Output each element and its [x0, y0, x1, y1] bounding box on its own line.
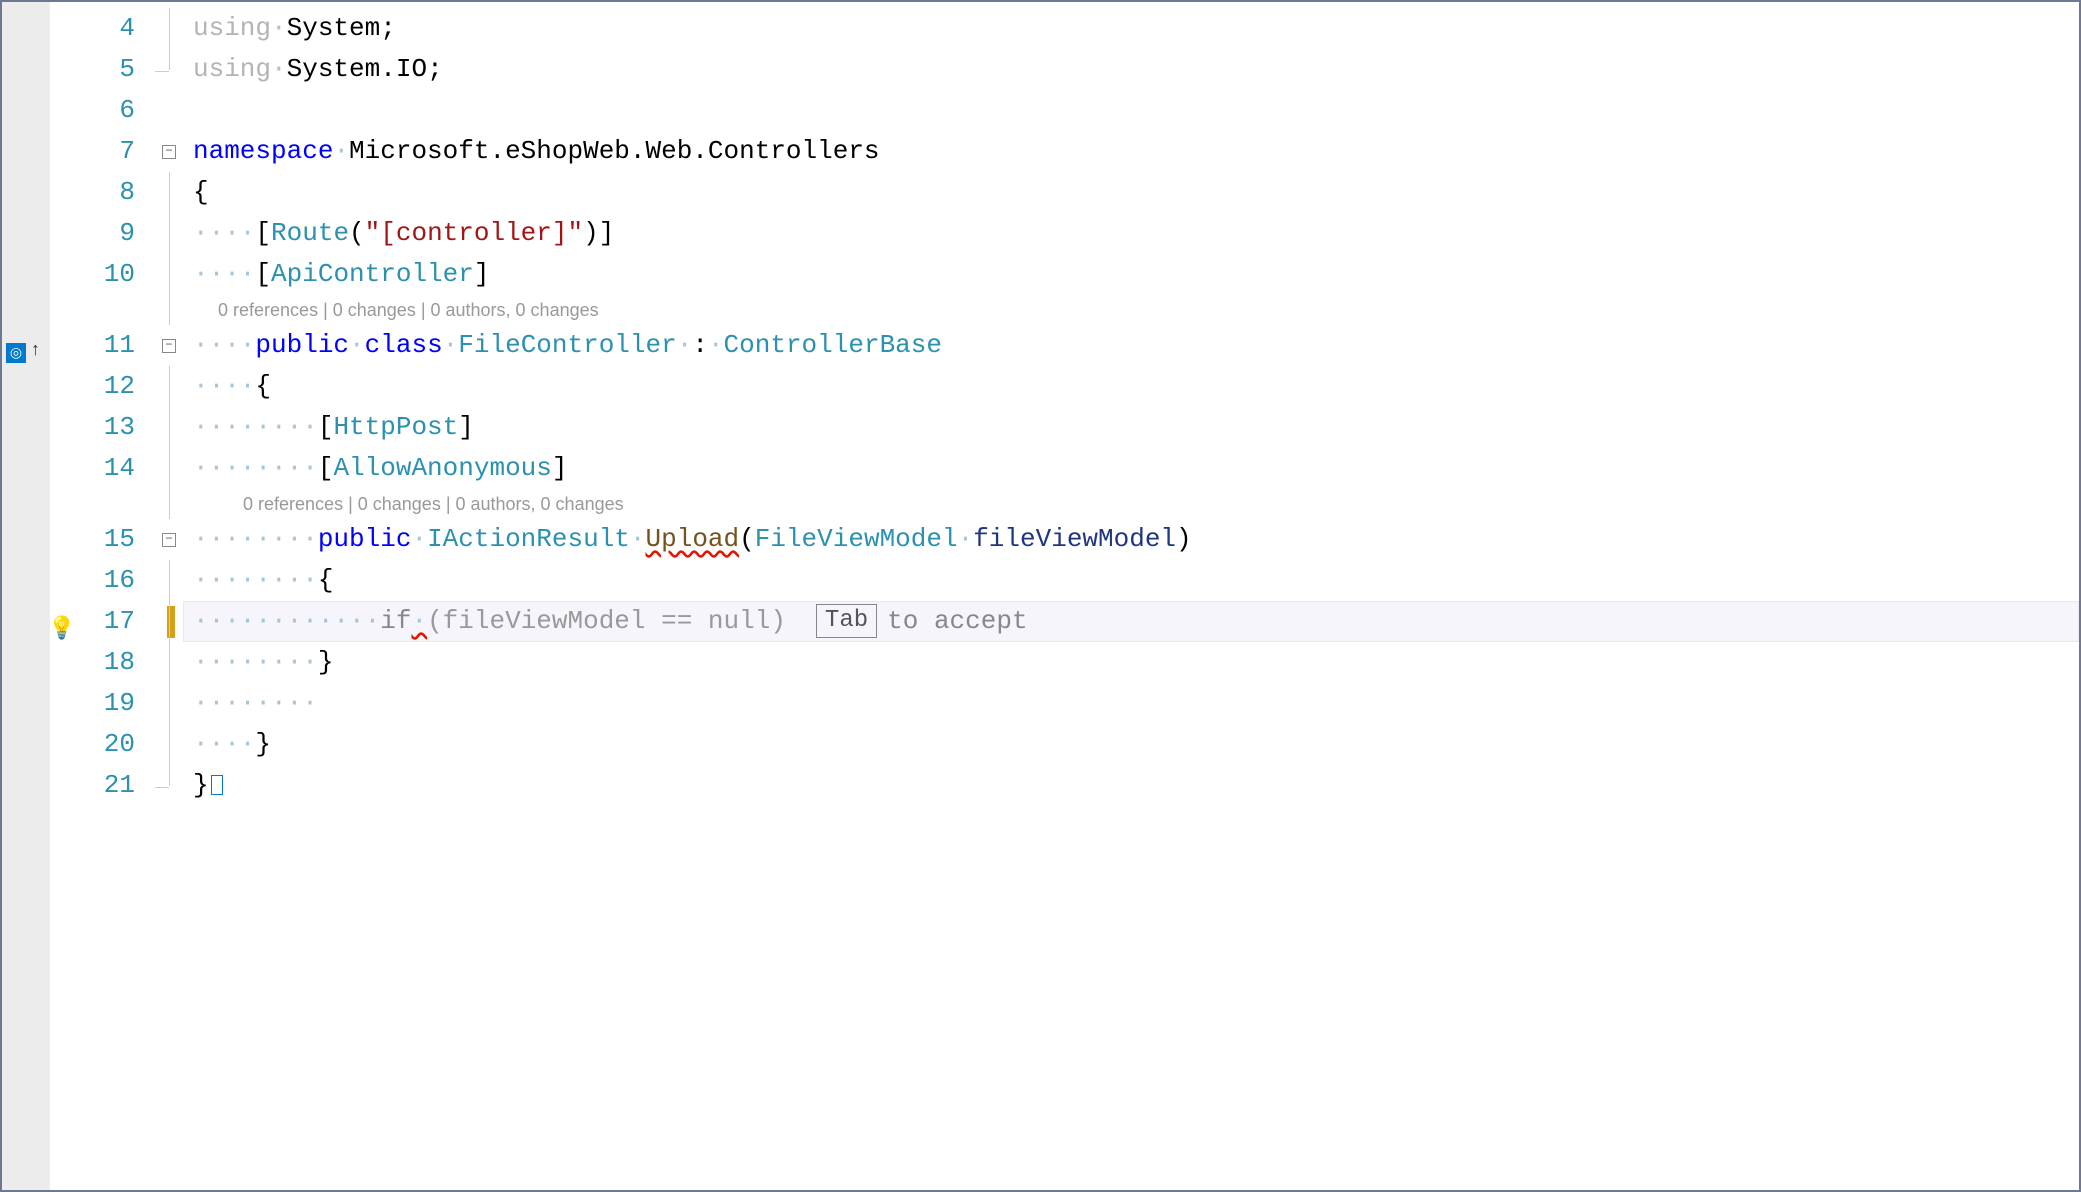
indicator-margin: ◎ ↑ [2, 2, 50, 1190]
namespace-name: Microsoft.eShopWeb.Web.Controllers [349, 136, 880, 166]
code-line[interactable]: ········} [183, 642, 2079, 683]
line-number: 20 [50, 724, 135, 765]
code-line[interactable]: ········public·IActionResult·Upload(File… [183, 519, 2079, 560]
attribute-allowanonymous: AllowAnonymous [333, 453, 551, 483]
up-arrow-icon: ↑ [30, 341, 41, 361]
intellisense-suggestion: (fileViewModel == null) [427, 606, 786, 636]
return-type: IActionResult [427, 524, 630, 554]
fold-toggle[interactable]: − [162, 145, 176, 159]
code-line[interactable]: ····} [183, 724, 2079, 765]
line-number: 4 [50, 8, 135, 49]
string-literal: "[controller]" [365, 218, 583, 248]
code-content[interactable]: using·System; using·System.IO; namespace… [183, 2, 2079, 1190]
attribute-apicontroller: ApiController [271, 259, 474, 289]
tab-key-hint: Tab [816, 604, 877, 638]
line-number: 💡 17 [50, 601, 135, 642]
code-line[interactable]: ····[Route("[controller]")] [183, 213, 2079, 254]
keyword-public: public [318, 524, 412, 554]
code-line[interactable]: ····[ApiController] [183, 254, 2079, 295]
attribute-httppost: HttpPost [333, 412, 458, 442]
code-line[interactable]: ····{ [183, 366, 2079, 407]
line-number: 19 [50, 683, 135, 724]
suggestion-keyword: if [380, 606, 411, 636]
line-number: 5 [50, 49, 135, 90]
tracking-icon[interactable]: ◎ [6, 343, 26, 363]
code-line[interactable]: ········[HttpPost] [183, 407, 2079, 448]
code-line[interactable] [183, 90, 2079, 131]
method-name: Upload [646, 524, 740, 554]
keyword-class: class [365, 330, 443, 360]
param-type: FileViewModel [755, 524, 958, 554]
line-number: 11 [50, 325, 135, 366]
line-number: 8 [50, 172, 135, 213]
codelens-class[interactable]: 0 references | 0 changes | 0 authors, 0 … [183, 295, 2079, 325]
outlining-margin: − − − [155, 2, 183, 1190]
line-number: 9 [50, 213, 135, 254]
keyword-public: public [255, 330, 349, 360]
line-number: 13 [50, 407, 135, 448]
code-line[interactable]: } [183, 765, 2079, 806]
keyword-namespace: namespace [193, 136, 333, 166]
identifier: System.IO [287, 54, 427, 84]
base-class: ControllerBase [724, 330, 942, 360]
attribute-route: Route [271, 218, 349, 248]
code-line[interactable]: ········ [183, 683, 2079, 724]
line-number: 15 [50, 519, 135, 560]
code-line-current[interactable]: ············if·(fileViewModel == null)Ta… [183, 601, 2079, 642]
keyword-using: using [193, 54, 271, 84]
code-line[interactable]: using·System.IO; [183, 49, 2079, 90]
class-name: FileController [458, 330, 676, 360]
fold-toggle[interactable]: − [162, 339, 176, 353]
param-name: fileViewModel [973, 524, 1176, 554]
line-number: 7 [50, 131, 135, 172]
code-line[interactable]: using·System; [183, 8, 2079, 49]
line-number: 16 [50, 560, 135, 601]
code-line[interactable]: ········{ [183, 560, 2079, 601]
codelens-method[interactable]: 0 references | 0 changes | 0 authors, 0 … [183, 489, 2079, 519]
keyword-using: using [193, 13, 271, 43]
accept-hint: to accept [887, 606, 1027, 636]
identifier: System [287, 13, 381, 43]
line-number: 21 [50, 765, 135, 806]
line-number: 18 [50, 642, 135, 683]
code-line[interactable]: ····public·class·FileController·:·Contro… [183, 325, 2079, 366]
caret-box [211, 775, 223, 795]
line-number: 14 [50, 448, 135, 489]
fold-toggle[interactable]: − [162, 533, 176, 547]
code-line[interactable]: namespace·Microsoft.eShopWeb.Web.Control… [183, 131, 2079, 172]
code-editor: ◎ ↑ 4 5 6 7 8 9 10 11 12 13 14 15 16 💡 1… [2, 2, 2079, 1190]
code-line[interactable]: ········[AllowAnonymous] [183, 448, 2079, 489]
line-number: 10 [50, 254, 135, 295]
line-number-gutter: 4 5 6 7 8 9 10 11 12 13 14 15 16 💡 17 18… [50, 2, 155, 1190]
line-number: 12 [50, 366, 135, 407]
line-number-text: 17 [104, 606, 135, 636]
code-line[interactable]: { [183, 172, 2079, 213]
line-number: 6 [50, 90, 135, 131]
